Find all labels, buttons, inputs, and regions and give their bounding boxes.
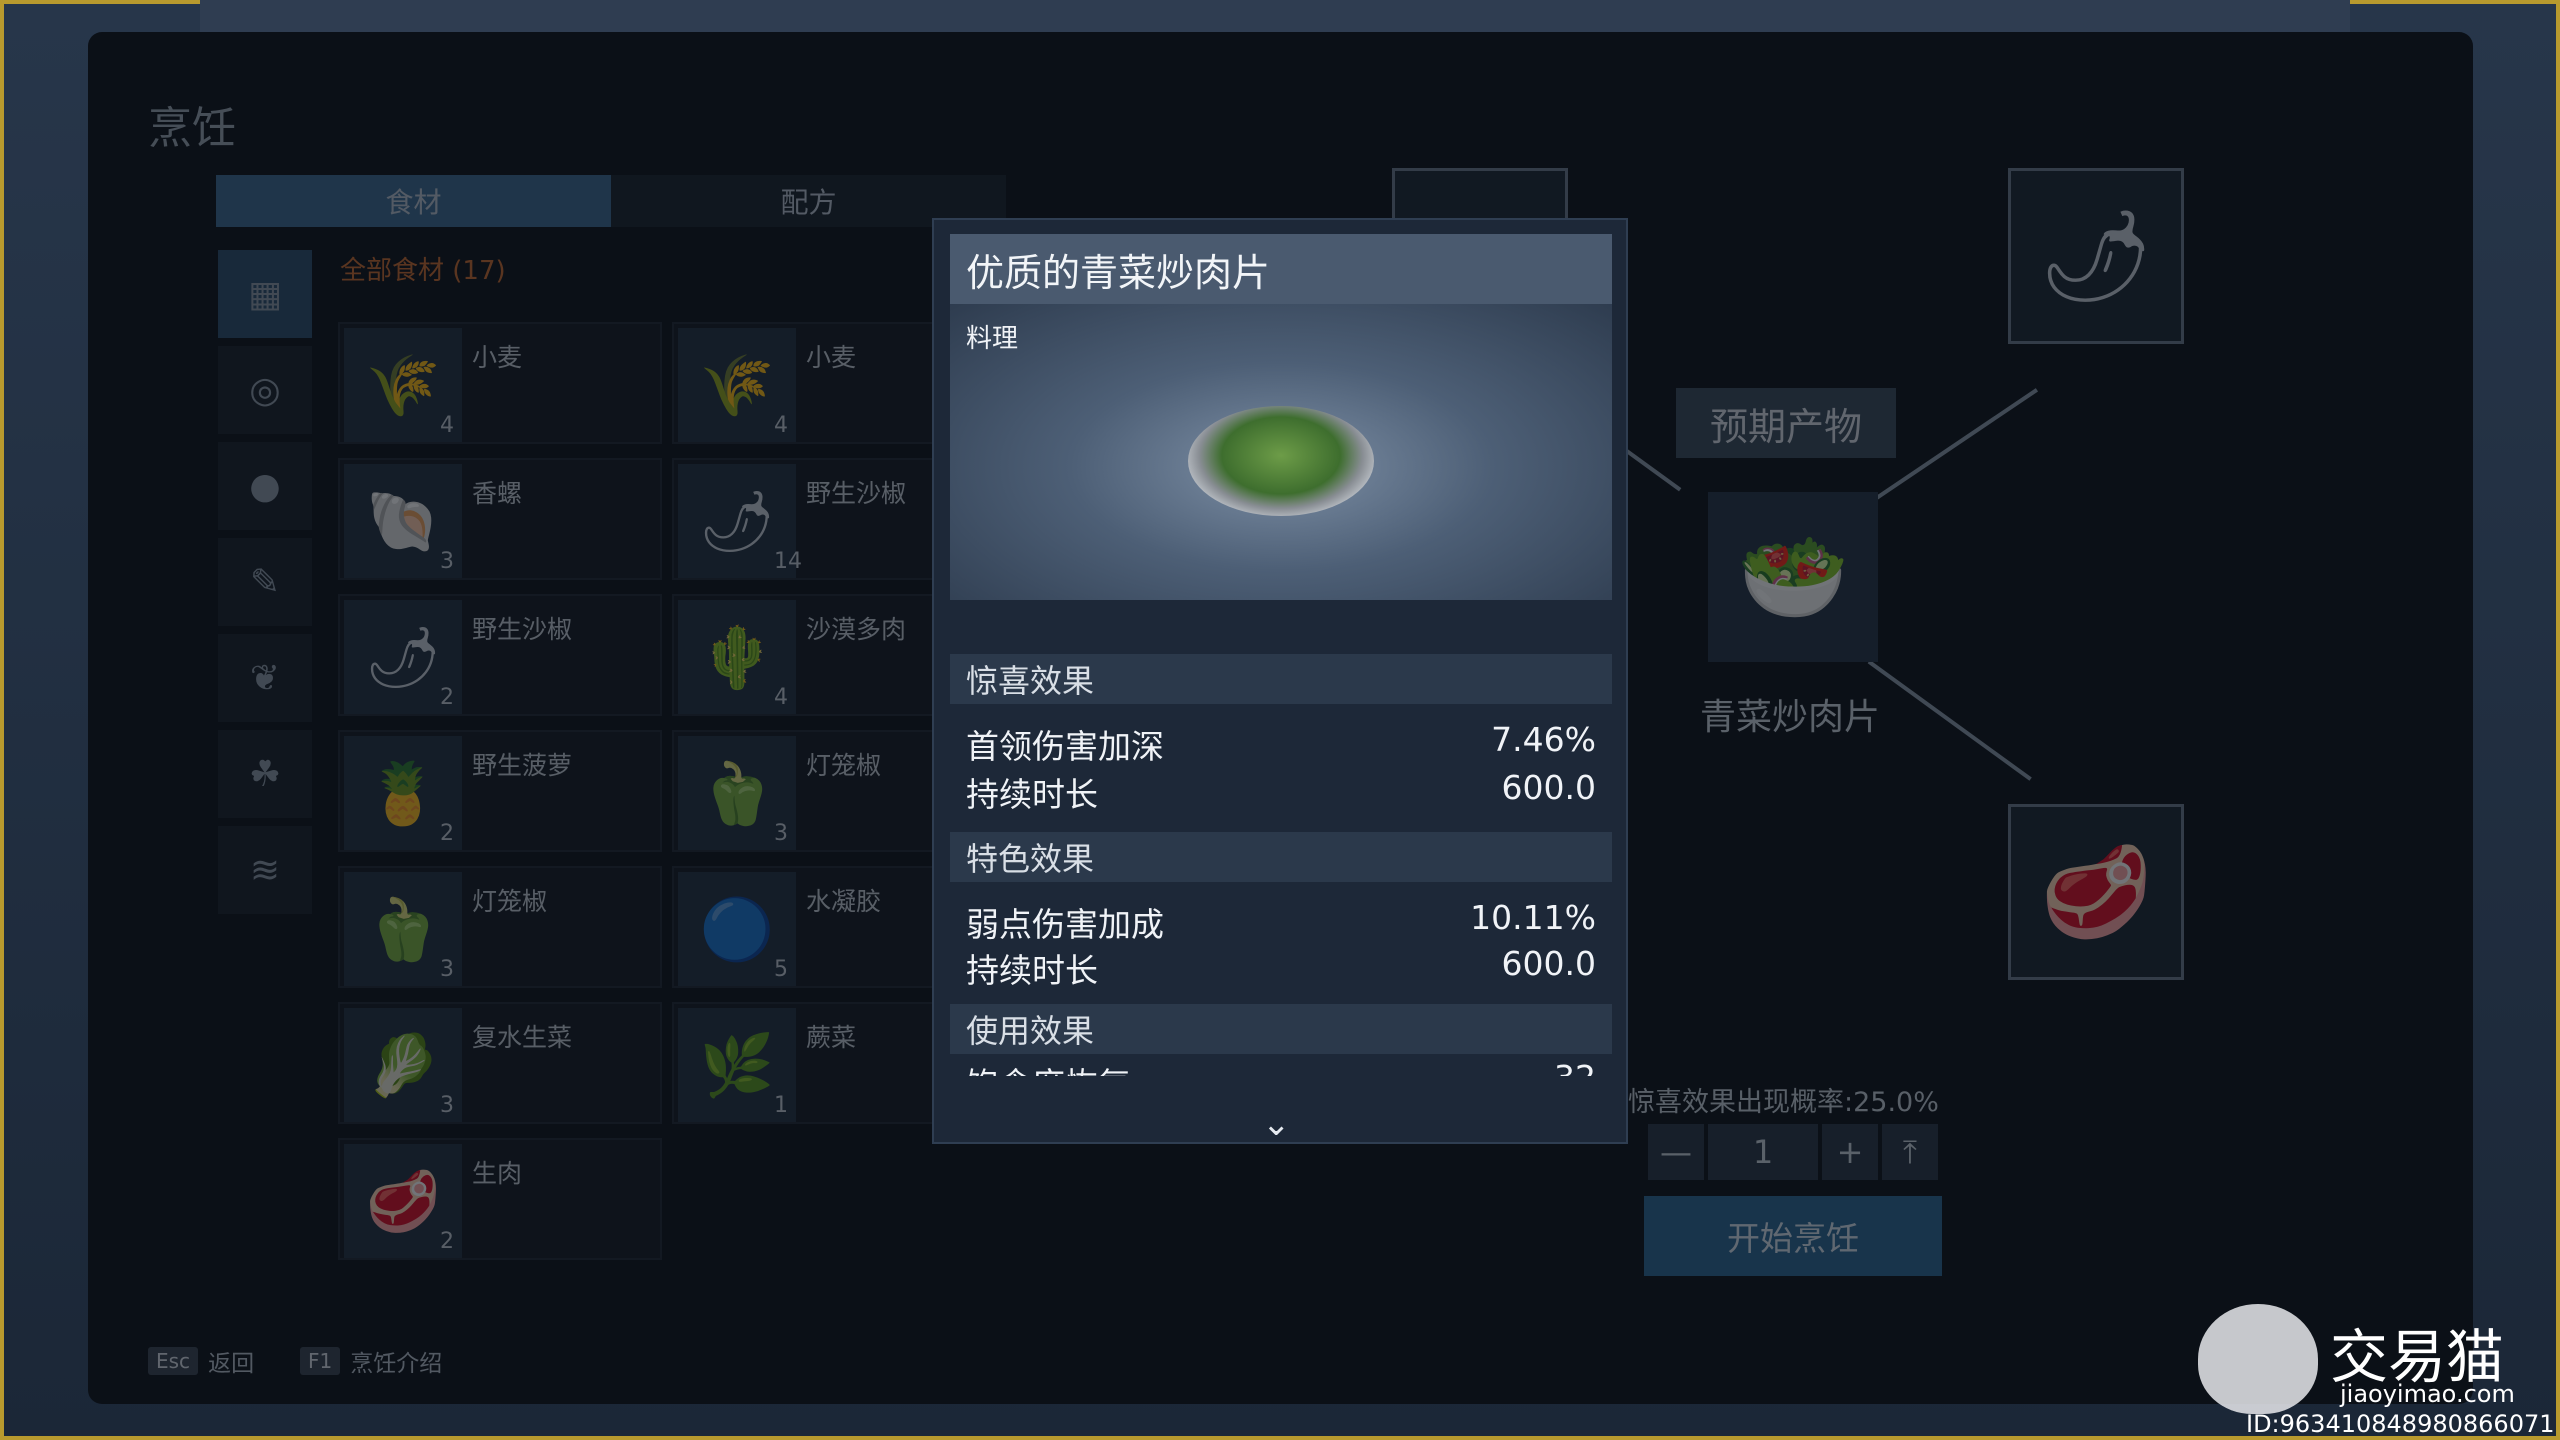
decrease-button[interactable]: — [1648,1124,1704,1180]
esc-key: Esc [148,1347,199,1375]
tooltip-category: 料理 [966,324,1019,354]
effect-row: 首领伤害加深 7.46% [966,720,1596,768]
item-tooltip: 优质的青菜炒肉片 料理 惊喜效果 首领伤害加深 7.46% 持续时长 600.0… [932,218,1628,1144]
ingredient-name: 野生沙椒 [806,479,907,508]
ingredient-cell[interactable]: 🥬 复水生菜 3 [338,1002,662,1124]
back-label: 返回 [208,1351,255,1377]
ingredient-count: 4 [774,685,788,710]
effect-row: 持续时长 600.0 [966,768,1596,816]
ingredient-count: 2 [440,821,454,846]
ingredient-name: 小麦 [472,343,523,372]
quantity-stepper: — 1 + ⤒ [1648,1124,1938,1180]
category-sidebar: ▦ ◎ ● ✎ ❦ ☘ ≋ [218,250,314,922]
scroll-down-icon[interactable]: ⌄ [1262,1104,1291,1144]
watermark: 交易猫 jiaoyimao.com ID:963410848980866071 [2190,1296,2560,1440]
result-slot: 🥗 [1708,492,1878,662]
expected-product-label: 预期产物 [1676,388,1896,458]
watermark-id: ID:963410848980866071 [2246,1410,2555,1438]
watermark-url: jiaoyimao.com [2340,1380,2515,1408]
herb-icon[interactable]: ❦ [218,634,312,722]
effect-label: 饱食度恢复 [966,1058,1131,1076]
ingredient-cell[interactable]: 🐚 香螺 3 [338,458,662,580]
effect-value: 10.11% [1470,898,1596,937]
tab-ingredients[interactable]: 食材 [216,175,611,227]
fruit-icon[interactable]: ● [218,442,312,530]
effect-row: 弱点伤害加成 10.11% [966,898,1596,946]
scroll-clip: 饱食度恢复 32 [950,1056,1612,1076]
max-button[interactable]: ⤒ [1882,1124,1938,1180]
ingredient-count: 14 [774,549,802,574]
effect-row: 持续时长 600.0 [966,944,1596,992]
start-cooking-button[interactable]: 开始烹饪 [1644,1196,1942,1276]
ingredient-cell[interactable]: 🫑 灯笼椒 3 [338,866,662,988]
effect-value: 32 [1554,1058,1596,1076]
effect-row: 饱食度恢复 32 [966,1058,1596,1076]
effect-value: 600.0 [1501,768,1596,807]
dish-plate-icon [1188,406,1374,516]
ingredient-count: 3 [440,957,454,982]
ingredient-slot-3[interactable]: 🥩 [2008,804,2184,980]
ingredient-count: 4 [440,413,454,438]
ingredient-count: 3 [440,549,454,574]
section-surprise: 惊喜效果 [950,654,1612,704]
ingredient-count: 2 [440,685,454,710]
ingredient-count: 4 [774,413,788,438]
effect-label: 首领伤害加深 [966,727,1164,766]
ingredient-count: 1 [774,1093,788,1118]
footer-help[interactable]: F1 烹饪介绍 [300,1344,442,1378]
tooltip-title: 优质的青菜炒肉片 [950,234,1612,304]
ingredient-cell[interactable]: 🌶 野生沙椒 2 [338,594,662,716]
f1-key: F1 [300,1347,341,1375]
cat-logo-icon [2198,1304,2318,1414]
ingredient-count: 5 [774,957,788,982]
ingredient-name: 香螺 [472,479,523,508]
fish-icon[interactable]: ≋ [218,826,312,914]
tooltip-image: 料理 [950,304,1612,600]
seasoning-icon[interactable]: ✎ [218,538,312,626]
ingredient-cell[interactable]: 🍍 野生菠萝 2 [338,730,662,852]
ingredient-name: 灯笼椒 [472,887,548,916]
increase-button[interactable]: + [1822,1124,1878,1180]
result-name: 青菜炒肉片 [1700,697,1881,738]
effect-label: 持续时长 [966,775,1098,814]
effect-value: 7.46% [1491,720,1596,759]
ingredient-cell[interactable]: 🥩 生肉 2 [338,1138,662,1260]
ingredient-name: 生肉 [472,1159,523,1188]
section-use: 使用效果 [950,1004,1612,1054]
ingredient-name: 复水生菜 [472,1023,573,1052]
ingredient-name: 水凝胶 [806,887,882,916]
ingredient-name: 小麦 [806,343,857,372]
ingredient-name: 沙漠多肉 [806,615,907,644]
ingredient-count: 3 [774,821,788,846]
grid-icon[interactable]: ▦ [218,250,312,338]
ingredient-name: 灯笼椒 [806,751,882,780]
effect-label: 弱点伤害加成 [966,905,1164,944]
meat-icon[interactable]: ◎ [218,346,312,434]
vegetable-icon[interactable]: ☘ [218,730,312,818]
ingredient-slot-2[interactable]: 🌶 [2008,168,2184,344]
ingredient-name: 野生菠萝 [472,751,573,780]
ingredient-cell[interactable]: 🌾 小麦 4 [338,322,662,444]
page-title: 烹饪 [148,103,236,154]
help-label: 烹饪介绍 [350,1351,443,1377]
ingredient-count: 3 [440,1093,454,1118]
ingredient-name: 蕨菜 [806,1023,857,1052]
effect-label: 持续时长 [966,951,1098,990]
filter-label: 全部食材 (17) [340,256,506,286]
quantity-value[interactable]: 1 [1708,1124,1818,1180]
section-special: 特色效果 [950,832,1612,882]
ingredient-count: 2 [440,1229,454,1254]
tab-bar: 食材 配方 [216,175,1006,227]
effect-value: 600.0 [1501,944,1596,983]
surprise-chance: 惊喜效果出现概率:25.0% [1628,1087,1939,1118]
ingredient-name: 野生沙椒 [472,615,573,644]
footer-back[interactable]: Esc 返回 [148,1344,254,1378]
